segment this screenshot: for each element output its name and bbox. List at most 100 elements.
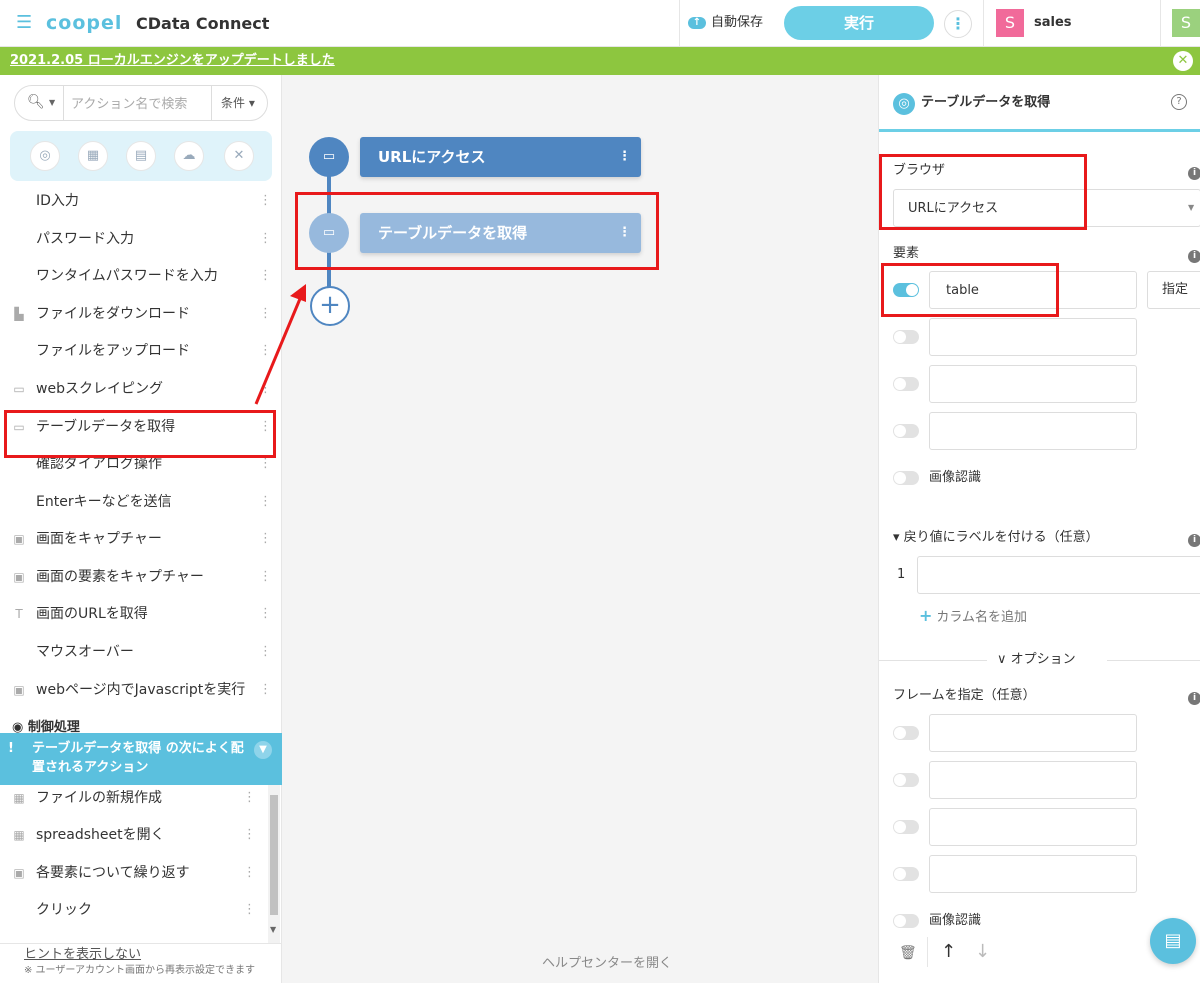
item-menu-icon[interactable]: ⋮ <box>259 192 272 210</box>
frame-toggle[interactable] <box>893 726 919 740</box>
item-menu-icon[interactable]: ⋮ <box>243 864 256 882</box>
frame-toggle[interactable] <box>893 820 919 834</box>
move-down-icon[interactable]: ↓ <box>975 941 990 962</box>
frame-field[interactable] <box>929 761 1137 799</box>
chevron-down-icon[interactable]: ▼ <box>254 741 272 759</box>
suggestion-item[interactable]: ▦ ファイルの新規作成 ⋮ <box>0 780 266 817</box>
help-icon[interactable]: ? <box>1171 94 1187 110</box>
suggestion-label: 各要素について繰り返す <box>36 865 190 881</box>
user-avatar[interactable]: S <box>996 9 1024 37</box>
search-input[interactable] <box>71 95 211 113</box>
item-menu-icon[interactable]: ⋮ <box>259 605 272 623</box>
sidebar-item-otp[interactable]: ワンタイムパスワードを入力 ⋮ <box>0 258 282 295</box>
return-label-toggle[interactable]: ▾ 戻り値にラベルを付ける（任意） <box>893 529 1099 547</box>
search-icon[interactable]: 🔍︎ <box>27 94 45 110</box>
add-node-button[interactable]: + <box>310 286 350 326</box>
file-icon[interactable]: ▤ <box>126 141 156 171</box>
hide-hint-link[interactable]: ヒントを表示しない <box>24 946 141 964</box>
globe-icon: ◎ <box>893 93 915 115</box>
item-menu-icon[interactable]: ⋮ <box>259 568 272 586</box>
info-icon[interactable]: i <box>1188 167 1200 180</box>
options-toggle[interactable]: ∨ オプション <box>997 651 1076 669</box>
suggestion-item[interactable]: クリック ⋮ <box>0 892 266 929</box>
element-toggle[interactable] <box>893 424 919 438</box>
sidebar-item-download[interactable]: ▙ ファイルをダウンロード ⋮ <box>0 296 282 333</box>
item-menu-icon[interactable]: ⋮ <box>259 530 272 548</box>
item-menu-icon[interactable]: ⋮ <box>259 230 272 248</box>
sidebar-item-scraping[interactable]: ▭ webスクレイピング ⋮ <box>0 371 282 408</box>
scrollbar-thumb[interactable] <box>270 795 278 915</box>
help-center-link[interactable]: ヘルプセンターを開く <box>542 955 672 973</box>
globe-icon[interactable]: ◎ <box>30 141 60 171</box>
more-options-icon[interactable]: ⋮ <box>944 10 972 38</box>
specify-button[interactable]: 指定 <box>1147 271 1200 309</box>
item-menu-icon[interactable]: ⋮ <box>259 681 272 699</box>
secondary-avatar[interactable]: S <box>1172 9 1200 37</box>
info-icon[interactable]: i <box>1188 250 1200 263</box>
image-recognition-toggle[interactable] <box>893 914 919 928</box>
header-divider <box>679 0 680 47</box>
element-field[interactable] <box>929 412 1137 450</box>
frame-label: フレームを指定（任意） <box>893 688 1036 703</box>
action-sidebar: 🔍︎ ▼ 条件 ▾ ◎ ▦ ▤ ☁ ✕ ID入力 ⋮ パスワード入力 ⋮ ワンタイム… <box>0 75 282 983</box>
sidebar-item-label: 画面のURLを取得 <box>36 606 148 622</box>
element-field[interactable] <box>929 365 1137 403</box>
user-name[interactable]: sales <box>1034 14 1072 32</box>
frame-field[interactable] <box>929 714 1137 752</box>
sidebar-item-capture[interactable]: ▣ 画面をキャプチャー ⋮ <box>0 521 282 558</box>
sidebar-item-id-input[interactable]: ID入力 ⋮ <box>0 183 282 220</box>
sidebar-item-send-key[interactable]: Enterキーなどを送信 ⋮ <box>0 484 282 521</box>
item-menu-icon[interactable]: ⋮ <box>243 901 256 919</box>
item-menu-icon[interactable]: ⋮ <box>259 493 272 511</box>
frame-field[interactable] <box>929 808 1137 846</box>
banner-link[interactable]: 2021.2.05 ローカルエンジンをアップデートしました <box>10 52 335 70</box>
suggestion-item[interactable]: ▦ spreadsheetを開く ⋮ <box>0 817 266 854</box>
scroll-down-icon[interactable]: ▼ <box>270 925 276 934</box>
annotation-box <box>881 263 1059 317</box>
close-icon[interactable]: ✕ <box>1173 51 1193 71</box>
trash-icon[interactable]: 🗑︎ <box>899 945 917 961</box>
element-label: 要素 <box>893 246 920 261</box>
return-label-field[interactable] <box>917 556 1200 594</box>
cloud-icon[interactable]: ☁ <box>174 141 204 171</box>
item-menu-icon[interactable]: ⋮ <box>243 826 256 844</box>
sidebar-item-label: 画面の要素をキャプチャー <box>36 569 204 585</box>
chat-icon[interactable]: ▤ <box>1150 918 1196 964</box>
element-toggle[interactable] <box>893 377 919 391</box>
tools-icon[interactable]: ✕ <box>224 141 254 171</box>
frame-toggle[interactable] <box>893 867 919 881</box>
element-field[interactable] <box>929 318 1137 356</box>
sidebar-item-get-url[interactable]: T 画面のURLを取得 ⋮ <box>0 596 282 633</box>
sidebar-item-capture-element[interactable]: ▣ 画面の要素をキャプチャー ⋮ <box>0 559 282 596</box>
sidebar-item-label: パスワード入力 <box>36 231 134 247</box>
item-menu-icon[interactable]: ⋮ <box>243 789 256 807</box>
sidebar-item-label: webページ内でJavascriptを実行 <box>36 682 246 698</box>
sidebar-item-mouseover[interactable]: マウスオーバー ⋮ <box>0 634 282 671</box>
filter-dropdown[interactable]: 条件 ▾ <box>221 95 255 111</box>
flow-node-url-access[interactable]: URLにアクセス ⋮ <box>360 137 641 177</box>
hamburger-menu-icon[interactable]: ☰ <box>16 14 32 32</box>
add-column-button[interactable]: + カラム名を追加 <box>919 607 1027 627</box>
cloud-upload-icon <box>688 14 706 32</box>
suggestion-item[interactable]: ▣ 各要素について繰り返す ⋮ <box>0 855 266 892</box>
excel-icon: ▦ <box>13 791 25 805</box>
frame-toggle[interactable] <box>893 773 919 787</box>
info-icon[interactable]: i <box>1188 692 1200 705</box>
move-up-icon[interactable]: ↑ <box>941 941 956 962</box>
info-icon[interactable]: i <box>1188 534 1200 547</box>
browser-icon[interactable]: ▭ <box>309 137 349 177</box>
chevron-down-icon[interactable]: ▼ <box>49 98 55 107</box>
node-menu-icon[interactable]: ⋮ <box>618 137 631 177</box>
sidebar-item-upload[interactable]: ファイルをアップロード ⋮ <box>0 333 282 370</box>
frame-field[interactable] <box>929 855 1137 893</box>
excel-icon[interactable]: ▦ <box>78 141 108 171</box>
sidebar-item-password[interactable]: パスワード入力 ⋮ <box>0 221 282 258</box>
run-button[interactable]: 実行 <box>784 6 934 40</box>
item-menu-icon[interactable]: ⋮ <box>259 643 272 661</box>
image-recognition-toggle[interactable] <box>893 471 919 485</box>
image-recognition-label: 画像認識 <box>929 470 982 485</box>
sidebar-item-javascript[interactable]: ▣ webページ内でJavascriptを実行 ⋮ <box>0 672 282 709</box>
annotation-arrow <box>254 284 306 405</box>
autosave-toggle[interactable]: 自動保存 <box>688 14 763 32</box>
element-toggle[interactable] <box>893 330 919 344</box>
